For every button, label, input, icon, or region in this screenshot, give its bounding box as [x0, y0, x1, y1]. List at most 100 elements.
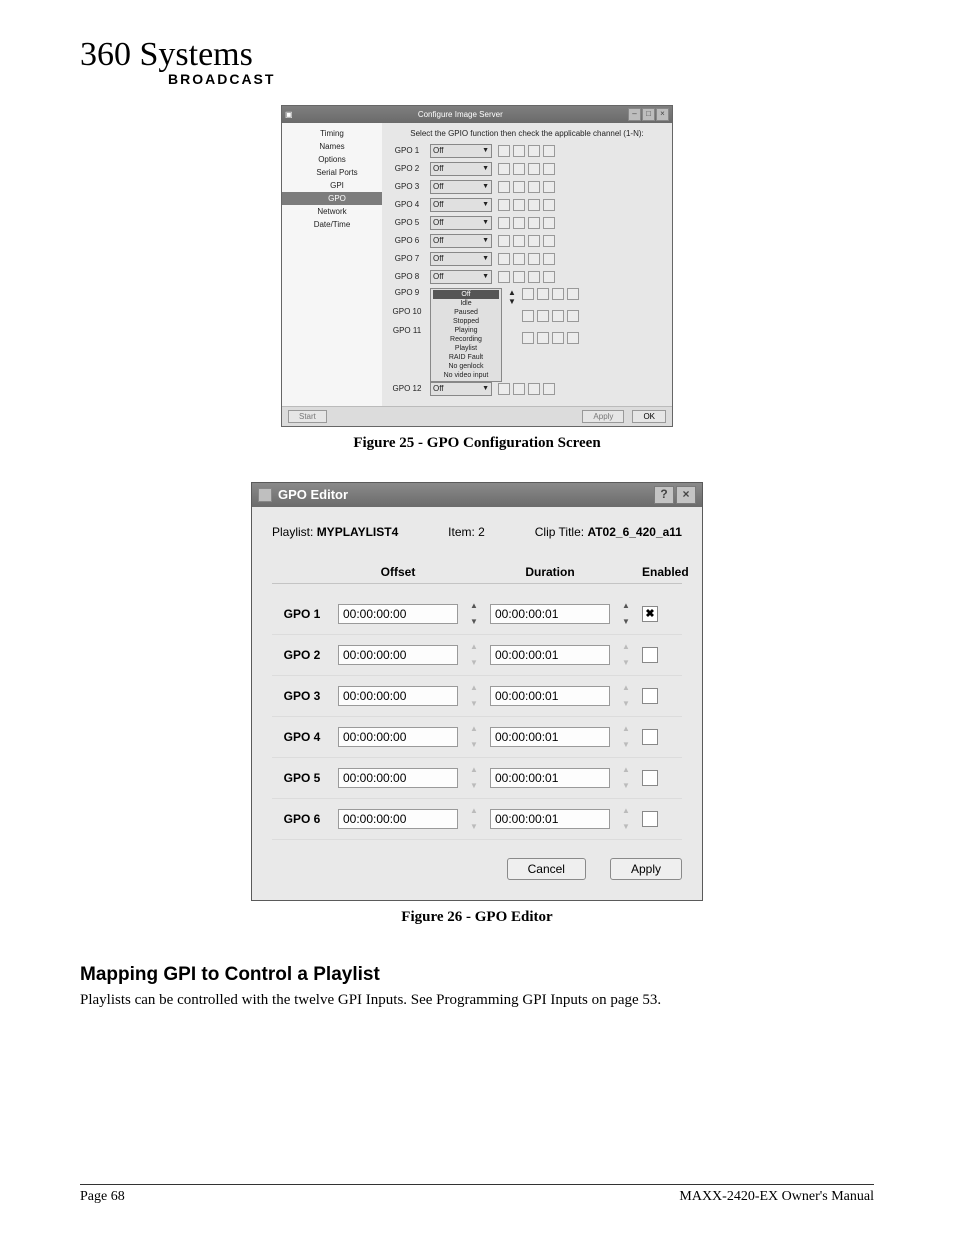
gpo-function-select[interactable]: Off▼ [430, 144, 492, 158]
duration-spinner[interactable]: ▲▼ [616, 807, 636, 831]
channel-checkboxes[interactable] [498, 145, 555, 157]
offset-spinner[interactable]: ▲▼ [464, 684, 484, 708]
spinner-up-icon[interactable]: ▲ [616, 807, 636, 815]
spinner-down-icon[interactable]: ▼ [464, 782, 484, 790]
spinner-up-icon[interactable]: ▲ [616, 766, 636, 774]
offset-spinner[interactable]: ▲▼ [464, 766, 484, 790]
sidebar-item-network[interactable]: Network [282, 205, 382, 218]
enabled-checkbox[interactable] [642, 811, 658, 827]
offset-input[interactable] [338, 645, 458, 665]
duration-input[interactable] [490, 809, 610, 829]
spinner-down-icon[interactable]: ▼ [616, 741, 636, 749]
spinner-down-icon[interactable]: ▼ [464, 741, 484, 749]
sidebar-item-date-time[interactable]: Date/Time [282, 218, 382, 231]
spinner-down-icon[interactable]: ▼ [616, 823, 636, 831]
sidebar-item-gpi[interactable]: GPI [282, 179, 382, 192]
spinner-up-icon[interactable]: ▲ [464, 766, 484, 774]
spinner-up-icon[interactable]: ▲ [464, 684, 484, 692]
channel-checkboxes[interactable] [522, 332, 579, 344]
offset-input[interactable] [338, 686, 458, 706]
ok-button[interactable]: OK [632, 410, 666, 423]
spinner-up-icon[interactable]: ▲ [616, 684, 636, 692]
spinner-down-icon[interactable]: ▼ [616, 618, 636, 626]
enabled-checkbox[interactable]: ✖ [642, 606, 658, 622]
gpo-function-listbox[interactable]: OffIdlePausedStoppedPlayingRecordingPlay… [430, 288, 502, 382]
gpo-function-select[interactable]: Off▼ [430, 252, 492, 266]
duration-input[interactable] [490, 768, 610, 788]
duration-input[interactable] [490, 604, 610, 624]
spinner-down-icon[interactable]: ▼ [616, 700, 636, 708]
enabled-checkbox[interactable] [642, 770, 658, 786]
spinner-down-icon[interactable]: ▼ [464, 700, 484, 708]
offset-spinner[interactable]: ▲▼ [464, 725, 484, 749]
apply-button-editor[interactable]: Apply [610, 858, 682, 880]
spinner-up-icon[interactable]: ▲ [464, 602, 484, 610]
channel-checkboxes[interactable] [498, 235, 555, 247]
duration-spinner[interactable]: ▲▼ [616, 684, 636, 708]
spinner-up-icon[interactable]: ▲ [464, 643, 484, 651]
duration-spinner[interactable]: ▲▼ [616, 602, 636, 626]
enabled-checkbox[interactable] [642, 688, 658, 704]
help-icon[interactable]: ? [654, 486, 674, 504]
sidebar-item-names[interactable]: Names [282, 140, 382, 153]
duration-spinner[interactable]: ▲▼ [616, 725, 636, 749]
offset-spinner[interactable]: ▲▼ [464, 643, 484, 667]
duration-spinner[interactable]: ▲▼ [616, 643, 636, 667]
duration-input[interactable] [490, 645, 610, 665]
offset-spinner[interactable]: ▲▼ [464, 807, 484, 831]
apply-button-config[interactable]: Apply [582, 410, 624, 423]
scroll-down-icon[interactable]: ▼ [508, 297, 516, 306]
section-heading: Mapping GPI to Control a Playlist [80, 964, 874, 986]
scroll-up-icon[interactable]: ▲ [508, 288, 516, 297]
channel-checkboxes[interactable] [498, 253, 555, 265]
enabled-checkbox[interactable] [642, 647, 658, 663]
offset-input[interactable] [338, 768, 458, 788]
gpo-function-select[interactable]: Off▼ [430, 162, 492, 176]
offset-spinner[interactable]: ▲▼ [464, 602, 484, 626]
minimize-icon[interactable]: – [628, 108, 641, 121]
gpo-function-select[interactable]: Off▼ [430, 382, 492, 396]
duration-spinner[interactable]: ▲▼ [616, 766, 636, 790]
sidebar-item-gpo[interactable]: GPO [282, 192, 382, 205]
col-offset: Offset [338, 565, 458, 579]
offset-input[interactable] [338, 604, 458, 624]
gpo-function-select[interactable]: Off▼ [430, 180, 492, 194]
offset-input[interactable] [338, 809, 458, 829]
enabled-checkbox[interactable] [642, 729, 658, 745]
maximize-icon[interactable]: □ [642, 108, 655, 121]
spinner-down-icon[interactable]: ▼ [464, 659, 484, 667]
close-icon[interactable]: × [676, 486, 696, 504]
channel-checkboxes[interactable] [498, 163, 555, 175]
spinner-up-icon[interactable]: ▲ [464, 725, 484, 733]
sidebar-item-serial-ports[interactable]: Serial Ports [282, 166, 382, 179]
close-icon[interactable]: × [656, 108, 669, 121]
spinner-up-icon[interactable]: ▲ [616, 602, 636, 610]
sidebar-item-timing[interactable]: Timing [282, 127, 382, 140]
channel-checkboxes[interactable] [498, 271, 555, 283]
gpo-function-select[interactable]: Off▼ [430, 216, 492, 230]
duration-input[interactable] [490, 727, 610, 747]
duration-input[interactable] [490, 686, 610, 706]
cancel-button[interactable]: Cancel [507, 858, 586, 880]
spinner-down-icon[interactable]: ▼ [464, 823, 484, 831]
spinner-up-icon[interactable]: ▲ [616, 643, 636, 651]
start-button[interactable]: Start [288, 410, 327, 423]
channel-checkboxes[interactable] [498, 181, 555, 193]
channel-checkboxes[interactable] [522, 310, 579, 322]
channel-checkboxes[interactable] [498, 199, 555, 211]
spinner-up-icon[interactable]: ▲ [616, 725, 636, 733]
spinner-down-icon[interactable]: ▼ [616, 659, 636, 667]
channel-checkboxes[interactable] [498, 383, 555, 395]
channel-checkboxes[interactable] [498, 217, 555, 229]
channel-checkboxes[interactable] [522, 288, 579, 300]
gpo-function-select[interactable]: Off▼ [430, 198, 492, 212]
sidebar-item-options[interactable]: Options [282, 153, 382, 166]
spinner-down-icon[interactable]: ▼ [464, 618, 484, 626]
spinner-down-icon[interactable]: ▼ [616, 782, 636, 790]
gpo-function-select[interactable]: Off▼ [430, 234, 492, 248]
gpo-label: GPO 8 [390, 272, 424, 281]
offset-input[interactable] [338, 727, 458, 747]
gpo-function-select[interactable]: Off▼ [430, 270, 492, 284]
gpo-label: GPO 4 [390, 200, 424, 209]
spinner-up-icon[interactable]: ▲ [464, 807, 484, 815]
